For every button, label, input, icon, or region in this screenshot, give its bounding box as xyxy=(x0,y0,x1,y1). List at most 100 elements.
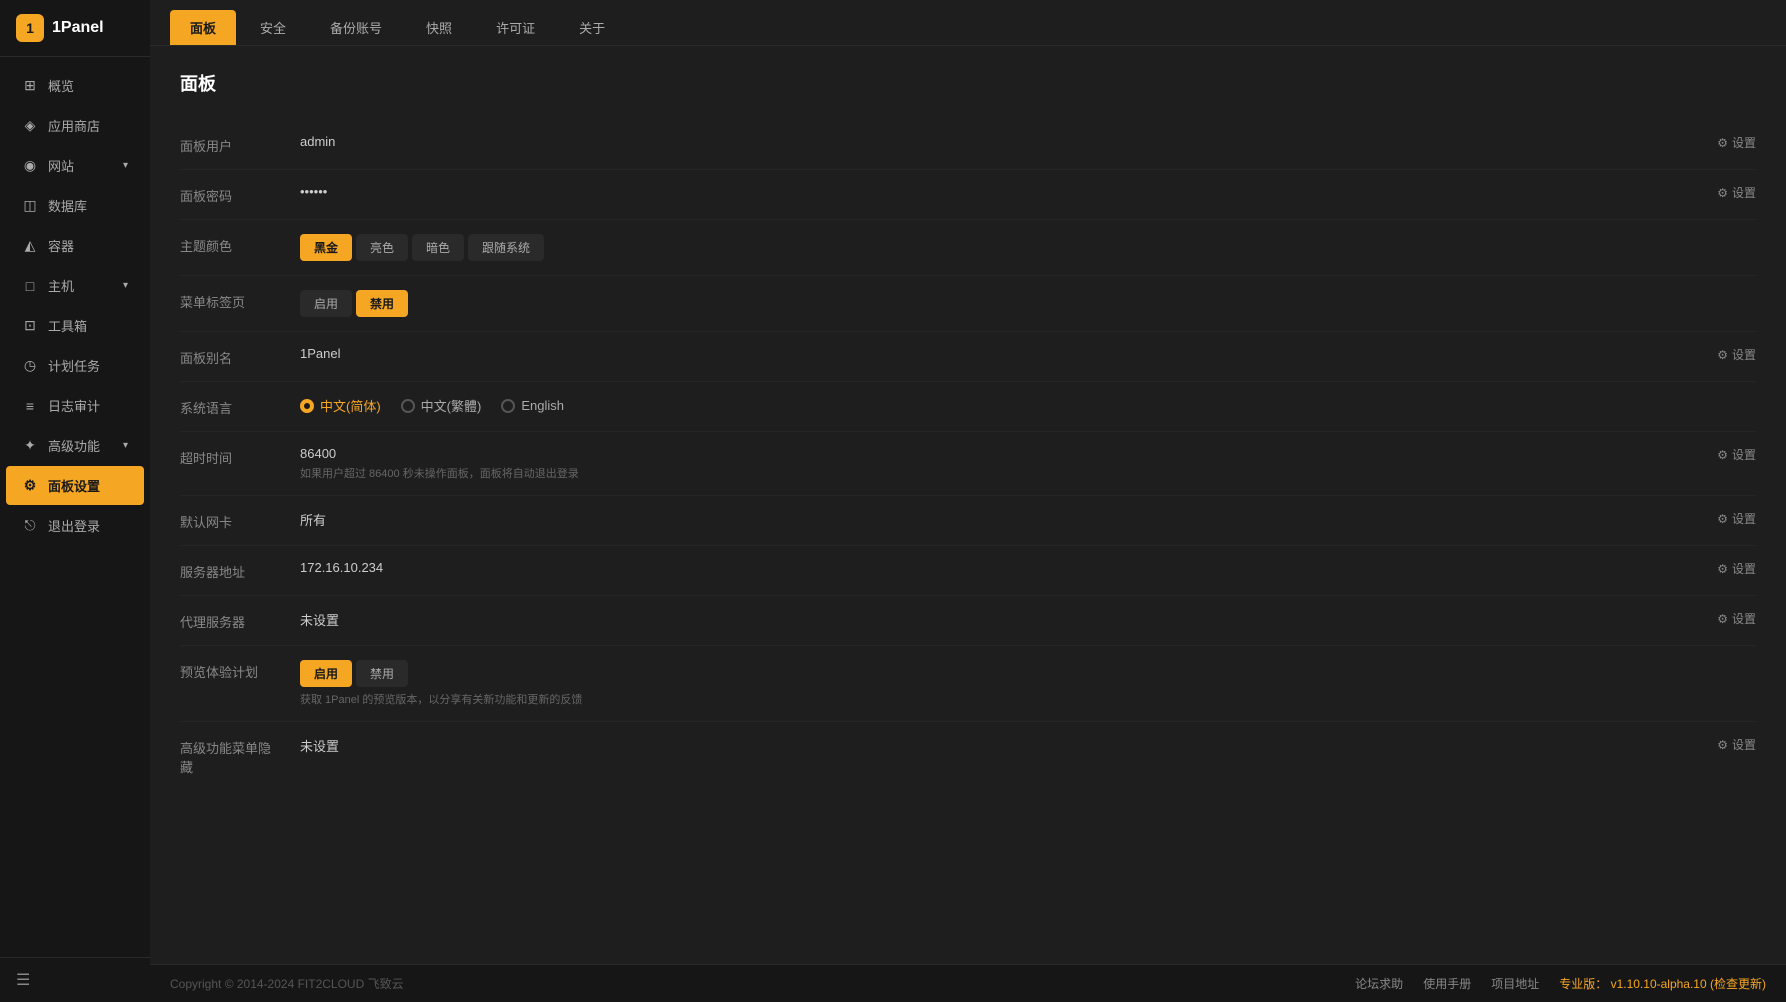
crontask-icon: ◷ xyxy=(22,357,38,374)
page-title: 面板 xyxy=(180,70,1756,96)
tab-panel[interactable]: 面板 xyxy=(170,10,236,45)
chevron-icon-advanced: ▾ xyxy=(123,440,128,451)
panel-alias-value-text: 1Panel xyxy=(300,346,340,361)
panel-user-action[interactable]: ⚙设置 xyxy=(1717,134,1756,151)
settings-row-menu-tabs: 菜单标签页启用禁用 xyxy=(180,276,1756,332)
settings-label-timeout: 超时时间 xyxy=(180,446,280,467)
proxy-value-text: 未设置 xyxy=(300,613,339,628)
check-update-link[interactable]: (检查更新) xyxy=(1710,977,1766,991)
advanced-icon: ✦ xyxy=(22,437,38,454)
settings-value-system-language: 中文(简体) 中文(繁體) English xyxy=(300,396,1756,415)
tab-security[interactable]: 安全 xyxy=(240,10,306,45)
action-label-panel-password: 设置 xyxy=(1732,184,1756,201)
theme-color-option-dark[interactable]: 暗色 xyxy=(412,234,464,261)
sidebar-item-website[interactable]: ◉ 网站 ▾ xyxy=(6,146,144,185)
footer-right: 论坛求助 使用手册 项目地址 专业版： v1.10.10-alpha.10 (检查更… xyxy=(1355,975,1766,992)
advanced-menu-pin-action[interactable]: ⚙设置 xyxy=(1717,736,1756,753)
tab-snapshot[interactable]: 快照 xyxy=(406,10,472,45)
host-icon: □ xyxy=(22,278,38,294)
settings-value-panel-user: admin xyxy=(300,134,1717,149)
lang-option-en[interactable]: English xyxy=(501,398,564,413)
sidebar-item-logout[interactable]: ⎋ 退出登录 xyxy=(6,506,144,545)
settings-label-theme-color: 主题颜色 xyxy=(180,234,280,255)
sidebar-item-overview[interactable]: ⊞ 概览 xyxy=(6,66,144,105)
version-number: v1.10.10-alpha.10 xyxy=(1611,977,1707,991)
sidebar-nav: ⊞ 概览 ◈ 应用商店 ◉ 网站 ▾ ◫ 数据库 ◭ 容器 □ 主机 ▾ ⊡ 工… xyxy=(0,57,150,957)
preview-plan-option-disable[interactable]: 禁用 xyxy=(356,660,408,687)
theme-color-option-dark-gold[interactable]: 黑金 xyxy=(300,234,352,261)
sidebar-item-appstore[interactable]: ◈ 应用商店 xyxy=(6,106,144,145)
panel-alias-action[interactable]: ⚙设置 xyxy=(1717,346,1756,363)
footer-link-project[interactable]: 项目地址 xyxy=(1491,975,1539,992)
footer-link-manual[interactable]: 使用手册 xyxy=(1423,975,1471,992)
preview-plan-option-enable[interactable]: 启用 xyxy=(300,660,352,687)
settings-value-timeout: 86400如果用户超过 86400 秒未操作面板，面板将自动退出登录 xyxy=(300,446,1717,481)
appstore-icon: ◈ xyxy=(22,117,38,134)
proxy-action[interactable]: ⚙设置 xyxy=(1717,610,1756,627)
sidebar-label-overview: 概览 xyxy=(48,76,128,95)
sidebar-item-crontask[interactable]: ◷ 计划任务 xyxy=(6,346,144,385)
radio-dot-en xyxy=(501,399,515,413)
lang-option-zh-tw[interactable]: 中文(繁體) xyxy=(401,396,482,415)
logaudit-icon: ≡ xyxy=(22,398,38,414)
sidebar-item-logaudit[interactable]: ≡ 日志审计 xyxy=(6,386,144,425)
settings-row-panel-user: 面板用户admin⚙设置 xyxy=(180,120,1756,170)
tab-license[interactable]: 许可证 xyxy=(476,10,555,45)
footer-link-forum[interactable]: 论坛求助 xyxy=(1355,975,1403,992)
chevron-icon-host: ▾ xyxy=(123,280,128,291)
lang-label-zh-tw: 中文(繁體) xyxy=(421,396,482,415)
sidebar-label-database: 数据库 xyxy=(48,196,128,215)
tab-backup[interactable]: 备份账号 xyxy=(310,10,402,45)
theme-color-btn-group: 黑金亮色暗色跟随系统 xyxy=(300,234,1756,261)
logout-icon: ⎋ xyxy=(22,517,38,534)
content-area: 面板 面板用户admin⚙设置面板密码••••••⚙设置主题颜色黑金亮色暗色跟随… xyxy=(150,46,1786,964)
sidebar-label-crontask: 计划任务 xyxy=(48,356,128,375)
sidebar-label-website: 网站 xyxy=(48,156,113,175)
panel-password-action[interactable]: ⚙ 设置 xyxy=(1717,184,1756,201)
logo-area: 1 1Panel xyxy=(0,0,150,57)
sidebar: 1 1Panel ⊞ 概览 ◈ 应用商店 ◉ 网站 ▾ ◫ 数据库 ◭ 容器 □… xyxy=(0,0,150,1002)
settings-row-system-language: 系统语言中文(简体)中文(繁體)English xyxy=(180,382,1756,432)
lang-option-zh-cn[interactable]: 中文(简体) xyxy=(300,396,381,415)
sidebar-item-container[interactable]: ◭ 容器 xyxy=(6,226,144,265)
gear-icon-panel-password: ⚙ xyxy=(1717,186,1728,200)
settings-label-menu-tabs: 菜单标签页 xyxy=(180,290,280,311)
radio-dot-zh-tw xyxy=(401,399,415,413)
settings-row-proxy: 代理服务器未设置⚙设置 xyxy=(180,596,1756,646)
preview-plan-btn-group: 启用禁用 xyxy=(300,660,1756,687)
timeout-action[interactable]: ⚙设置 xyxy=(1717,446,1756,463)
theme-color-option-light[interactable]: 亮色 xyxy=(356,234,408,261)
sidebar-item-host[interactable]: □ 主机 ▾ xyxy=(6,266,144,305)
main-area: 面板安全备份账号快照许可证关于 面板 面板用户admin⚙设置面板密码•••••… xyxy=(150,0,1786,1002)
panelsetting-icon: ⚙ xyxy=(22,477,38,494)
lang-label-en: English xyxy=(521,398,564,413)
tab-about[interactable]: 关于 xyxy=(559,10,625,45)
settings-row-panel-password: 面板密码••••••⚙设置 xyxy=(180,170,1756,220)
logo-icon: 1 xyxy=(16,14,44,42)
top-tabs: 面板安全备份账号快照许可证关于 xyxy=(150,0,1786,46)
system-language-options: 中文(简体) 中文(繁體) English xyxy=(300,396,1756,415)
menu-tabs-option-enable[interactable]: 启用 xyxy=(300,290,352,317)
settings-row-theme-color: 主题颜色黑金亮色暗色跟随系统 xyxy=(180,220,1756,276)
settings-row-preview-plan: 预览体验计划启用禁用获取 1Panel 的预览版本，以分享有关新功能和更新的反馈 xyxy=(180,646,1756,722)
sidebar-item-database[interactable]: ◫ 数据库 xyxy=(6,186,144,225)
default-nic-action[interactable]: ⚙设置 xyxy=(1717,510,1756,527)
footer-bar: Copyright © 2014-2024 FIT2CLOUD 飞致云 论坛求助… xyxy=(150,964,1786,1002)
container-icon: ◭ xyxy=(22,237,38,254)
action-label-panel-alias: 设置 xyxy=(1732,346,1756,363)
sidebar-item-panelsetting[interactable]: ⚙ 面板设置 xyxy=(6,466,144,505)
sidebar-label-container: 容器 xyxy=(48,236,128,255)
version-label: 专业版： xyxy=(1559,977,1607,991)
preview-plan-hint: 获取 1Panel 的预览版本，以分享有关新功能和更新的反馈 xyxy=(300,691,1756,707)
settings-label-default-nic: 默认网卡 xyxy=(180,510,280,531)
database-icon: ◫ xyxy=(22,197,38,214)
hamburger-button[interactable]: ☰ xyxy=(16,970,134,990)
server-address-action[interactable]: ⚙设置 xyxy=(1717,560,1756,577)
settings-value-theme-color: 黑金亮色暗色跟随系统 xyxy=(300,234,1756,261)
menu-tabs-option-disable[interactable]: 禁用 xyxy=(356,290,408,317)
chevron-icon-website: ▾ xyxy=(123,160,128,171)
sidebar-item-toolbox[interactable]: ⊡ 工具箱 xyxy=(6,306,144,345)
sidebar-item-advanced[interactable]: ✦ 高级功能 ▾ xyxy=(6,426,144,465)
settings-row-default-nic: 默认网卡所有⚙设置 xyxy=(180,496,1756,546)
theme-color-option-follow-system[interactable]: 跟随系统 xyxy=(468,234,544,261)
